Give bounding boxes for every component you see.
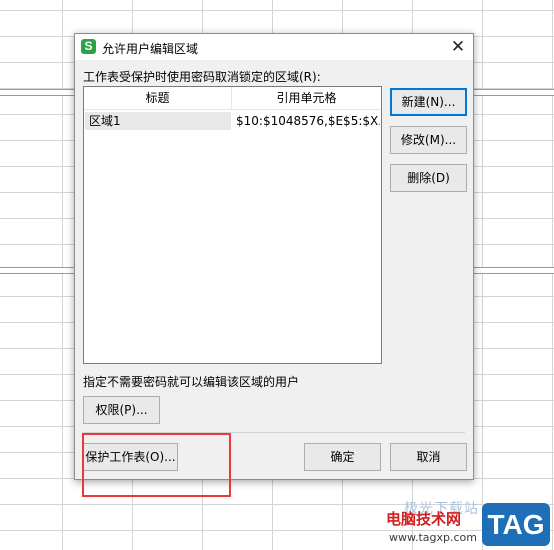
dialog-titlebar: S 允许用户编辑区域 ✕: [75, 34, 473, 60]
list-item[interactable]: 区域1 $10:$1048576,$E$5:$X...: [85, 112, 380, 130]
users-label: 指定不需要密码就可以编辑该区域的用户: [83, 375, 300, 389]
highlight-annotation-box: [82, 433, 231, 497]
ranges-listbox[interactable]: 标题 引用单元格 区域1 $10:$1048576,$E$5:$X...: [83, 86, 382, 364]
tag-logo: TAG: [482, 503, 550, 546]
permissions-button[interactable]: 权限(P)...: [83, 396, 160, 424]
watermark-site-name: 电脑技术网: [386, 510, 462, 528]
dialog-title: 允许用户编辑区域: [102, 42, 199, 56]
range-title-cell: 区域1: [85, 112, 231, 130]
allow-users-edit-ranges-dialog: S 允许用户编辑区域 ✕ 工作表受保护时使用密码取消锁定的区域(R): 标题 引…: [74, 33, 474, 480]
new-button[interactable]: 新建(N)...: [390, 88, 467, 116]
wps-app-icon: S: [81, 39, 96, 54]
ok-button[interactable]: 确定: [304, 443, 381, 471]
list-header: 标题 引用单元格: [84, 87, 381, 110]
delete-button[interactable]: 删除(D): [390, 164, 467, 192]
range-ref-cell: $10:$1048576,$E$5:$X...: [236, 114, 380, 128]
close-icon[interactable]: ✕: [447, 36, 469, 58]
modify-button[interactable]: 修改(M)...: [390, 126, 467, 154]
ranges-list-label: 工作表受保护时使用密码取消锁定的区域(R):: [83, 70, 321, 84]
watermark-url: www.tagxp.com: [389, 531, 477, 544]
column-header-title[interactable]: 标题: [84, 87, 232, 109]
cancel-button[interactable]: 取消: [390, 443, 467, 471]
column-header-ref[interactable]: 引用单元格: [232, 87, 381, 109]
